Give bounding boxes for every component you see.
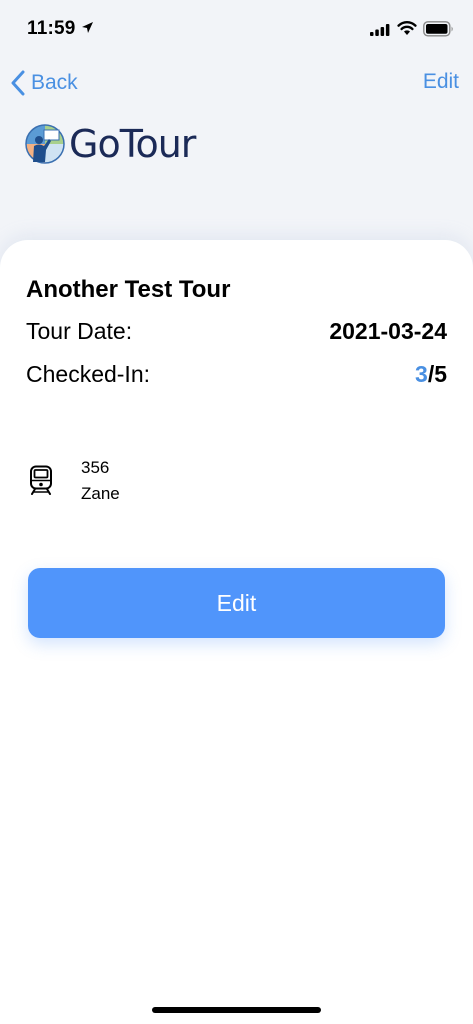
chevron-left-icon [11, 70, 25, 96]
vehicle-number: 356 [81, 458, 110, 477]
location-arrow-icon [82, 22, 93, 33]
status-time: 11:59 [27, 18, 76, 39]
tour-title: Another Test Tour [26, 276, 231, 303]
battery-icon [423, 21, 453, 37]
checked-in-value: 3/5 [415, 361, 447, 388]
tour-date-value: 2021-03-24 [329, 318, 447, 344]
wifi-icon [397, 21, 417, 35]
back-button[interactable]: Back [11, 67, 78, 99]
home-indicator[interactable] [152, 1007, 321, 1013]
nav-edit-button[interactable]: Edit [423, 70, 459, 94]
gotour-logo-icon [25, 124, 65, 164]
status-bar: 11:59 [0, 0, 473, 56]
train-icon [30, 465, 52, 495]
vehicle-driver: Zane [81, 484, 120, 503]
checked-in-label: Checked-In: [26, 361, 151, 387]
logo-text: GoTour [69, 122, 196, 166]
checked-in-count: 3 [415, 361, 428, 387]
cellular-signal-icon [370, 24, 390, 36]
gotour-logo: GoTour [25, 122, 196, 166]
tour-date-label: Tour Date: [26, 318, 133, 344]
edit-button[interactable]: Edit [28, 568, 445, 638]
back-label: Back [31, 71, 78, 94]
checked-in-total: /5 [427, 361, 447, 387]
